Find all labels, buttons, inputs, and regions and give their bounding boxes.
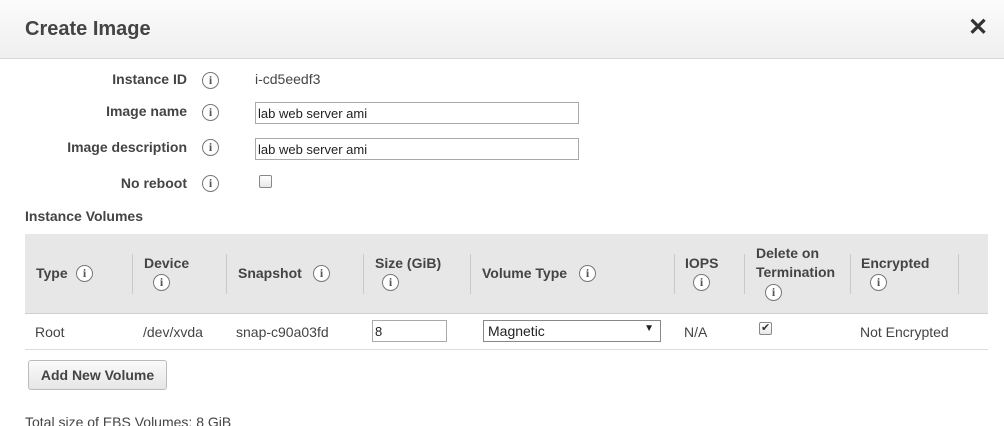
volumes-table-header: Type i Device i Snapshot i Size (GiB) i xyxy=(25,234,988,314)
instance-id-label: Instance ID xyxy=(112,71,187,87)
column-header-size[interactable]: Size (GiB) i xyxy=(364,234,471,314)
info-icon[interactable]: i xyxy=(202,104,219,121)
info-icon[interactable]: i xyxy=(765,284,782,301)
info-icon[interactable]: i xyxy=(313,265,330,282)
info-icon[interactable]: i xyxy=(693,274,710,291)
delete-on-termination-checkbox[interactable] xyxy=(759,321,772,335)
no-reboot-label: No reboot xyxy=(120,175,187,191)
column-header-delete-on-termination[interactable]: Delete on Termination i xyxy=(745,234,851,314)
info-icon[interactable]: i xyxy=(76,265,93,282)
column-header-volume-type[interactable]: Volume Type i xyxy=(471,234,675,314)
dialog-title: Create Image xyxy=(25,18,151,40)
info-icon[interactable]: i xyxy=(202,139,219,156)
info-icon[interactable]: i xyxy=(382,274,399,291)
volume-size-input[interactable] xyxy=(372,320,447,342)
instance-id-value: i-cd5eedf3 xyxy=(255,71,321,87)
info-icon[interactable]: i xyxy=(153,274,170,291)
image-name-label: Image name xyxy=(106,103,187,119)
instance-volumes-heading: Instance Volumes xyxy=(25,208,144,224)
info-icon[interactable]: i xyxy=(202,72,219,89)
column-header-device[interactable]: Device i xyxy=(133,234,227,314)
info-icon[interactable]: i xyxy=(870,274,887,291)
no-reboot-checkbox[interactable] xyxy=(259,175,272,188)
cell-iops: N/A xyxy=(684,324,708,340)
add-new-volume-button[interactable]: Add New Volume xyxy=(28,360,167,390)
column-header-encrypted[interactable]: Encrypted i xyxy=(851,234,959,314)
info-icon[interactable]: i xyxy=(202,175,219,192)
image-name-input[interactable] xyxy=(255,102,579,124)
column-header-type[interactable]: Type i xyxy=(25,234,133,314)
table-row: Root /dev/xvda snap-c90a03fd Magnetic ▼ … xyxy=(25,314,988,350)
image-description-input[interactable] xyxy=(255,138,579,160)
cell-snapshot: snap-c90a03fd xyxy=(236,324,329,340)
info-icon[interactable]: i xyxy=(579,265,596,282)
create-image-dialog: Create Image ✕ Instance ID i i-cd5eedf3 … xyxy=(0,0,1004,426)
column-header-iops[interactable]: IOPS i xyxy=(675,234,745,314)
close-icon[interactable]: ✕ xyxy=(968,16,988,40)
volumes-table: Type i Device i Snapshot i Size (GiB) i xyxy=(25,234,988,350)
total-size-text: Total size of EBS Volumes: 8 GiB xyxy=(25,414,232,426)
image-description-label: Image description xyxy=(67,139,187,155)
volume-type-select[interactable]: Magnetic ▼ xyxy=(483,320,661,342)
cell-type: Root xyxy=(35,324,65,340)
dialog-header: Create Image ✕ xyxy=(0,0,1004,59)
column-header-snapshot[interactable]: Snapshot i xyxy=(227,234,364,314)
dropdown-arrow-icon: ▼ xyxy=(644,323,654,334)
cell-encrypted: Not Encrypted xyxy=(860,324,949,340)
cell-device: /dev/xvda xyxy=(143,324,203,340)
